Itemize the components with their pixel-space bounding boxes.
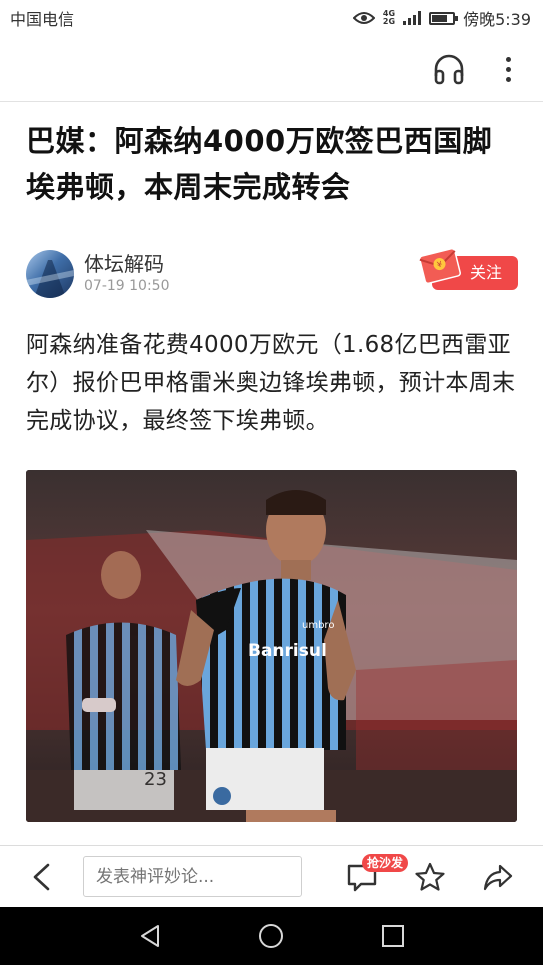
nav-recent-button[interactable]	[380, 923, 406, 949]
comment-input[interactable]	[83, 856, 302, 897]
sofa-badge[interactable]: 抢沙发	[362, 854, 409, 872]
follow-button[interactable]: 关注 ¥	[414, 247, 518, 292]
nav-home-icon	[259, 924, 283, 948]
nav-back-button[interactable]	[138, 923, 164, 949]
headphones-icon	[434, 54, 464, 85]
status-icons: 4G 2G 傍晚5:39	[352, 6, 531, 30]
top-toolbar	[0, 36, 543, 102]
jersey-number: 23	[144, 769, 167, 790]
more-vertical-icon	[505, 56, 511, 62]
article-body: 阿森纳准备花费4000万欧元（1.68亿巴西雷亚尔）报价巴甲格雷米奥边锋埃弗顿，…	[26, 332, 516, 434]
star-icon	[415, 862, 445, 891]
system-navigation-bar	[0, 907, 543, 965]
author-name[interactable]: 体坛解码	[84, 248, 164, 277]
share-button[interactable]	[482, 861, 514, 893]
network-type: 4G 2G	[383, 10, 395, 26]
status-bar: 中国电信 4G 2G 傍晚5:39	[0, 0, 543, 36]
author-avatar[interactable]	[26, 250, 74, 298]
signal-icon	[403, 11, 422, 25]
nav-recent-icon	[382, 925, 404, 947]
article-title: 巴媒：阿森纳4000万欧签巴西国脚埃弗顿，本周末完成转会	[26, 124, 493, 204]
nav-home-button[interactable]	[258, 923, 284, 949]
eye-comfort-icon	[352, 12, 375, 24]
sponsor-text: Banrisul	[248, 641, 327, 661]
network-bottom: 2G	[382, 17, 396, 26]
avatar-building-icon	[26, 260, 74, 298]
article-photo[interactable]: 23 Banrisul umbro	[26, 470, 517, 822]
clock: 傍晚5:39	[463, 10, 531, 29]
football-player-image: 23 Banrisul umbro	[26, 470, 517, 822]
publish-time: 07-19 10:50	[84, 278, 170, 294]
favorite-button[interactable]	[414, 861, 446, 893]
brand-text: umbro	[302, 620, 334, 631]
battery-icon	[429, 11, 459, 25]
battery-level	[432, 14, 448, 22]
red-envelope-icon: ¥	[419, 247, 461, 285]
carrier-label: 中国电信	[10, 10, 75, 29]
more-options-button[interactable]	[496, 52, 520, 86]
author-row: 体坛解码 07-19 10:50 关注 ¥	[26, 246, 521, 302]
back-button[interactable]	[28, 862, 56, 892]
nav-back-icon	[141, 925, 159, 947]
listen-button[interactable]	[432, 52, 466, 86]
comment-bar: 抢沙发	[0, 845, 543, 907]
back-arrow-icon	[33, 863, 50, 891]
share-icon	[483, 864, 513, 891]
